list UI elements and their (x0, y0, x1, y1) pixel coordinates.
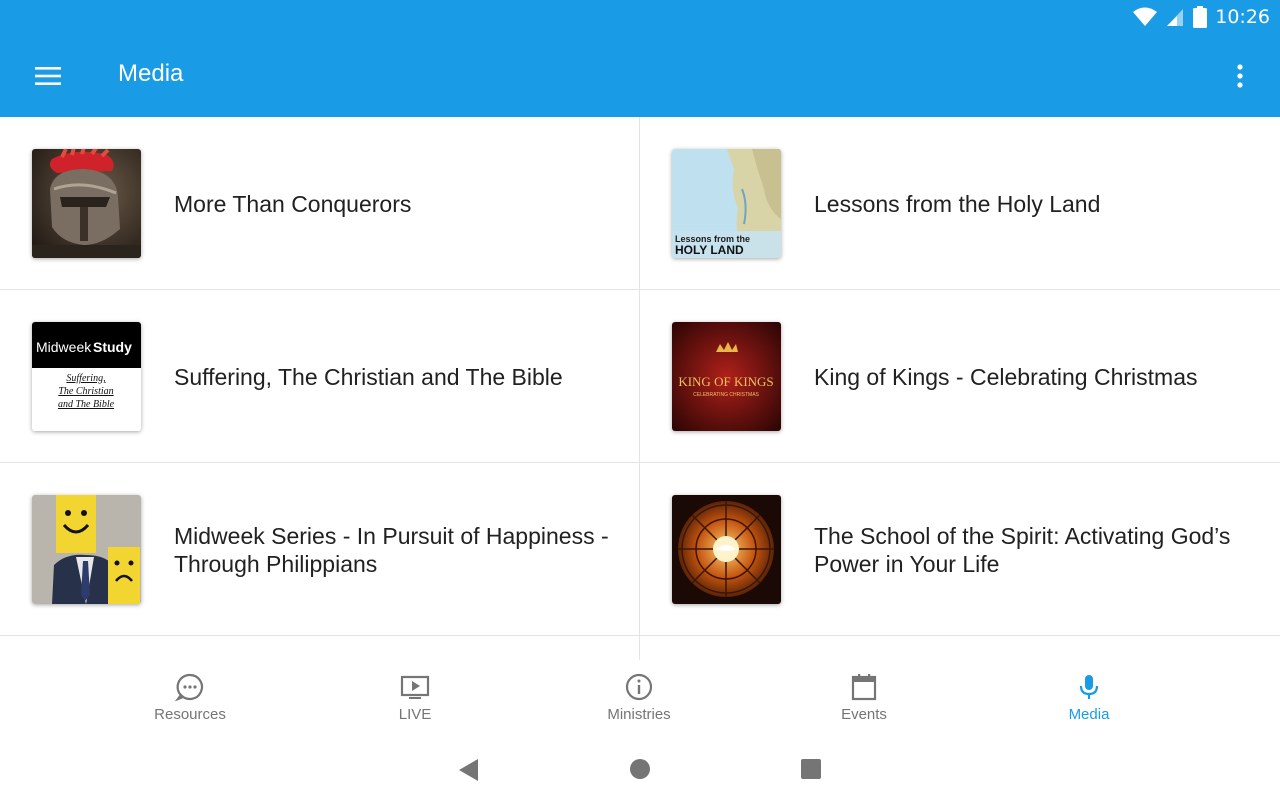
midweek-study-thumbnail: Midweek Study Suffering, The Christian a… (32, 322, 141, 431)
king-of-kings-thumbnail: KING OF KINGS CELEBRATING CHRISTMAS (672, 322, 781, 431)
media-item[interactable]: Midweek Series - In Pursuit of Happiness… (0, 463, 640, 636)
nav-item-events[interactable]: Events (774, 672, 954, 732)
media-item-partial[interactable] (0, 636, 640, 660)
status-icons: 10:26 (1133, 4, 1270, 30)
cell-signal-icon (1167, 9, 1184, 26)
media-item-title: Suffering, The Christian and The Bible (174, 363, 563, 390)
microphone-icon (1079, 675, 1099, 699)
grid-row: Midweek Series - In Pursuit of Happiness… (0, 463, 1280, 636)
home-circle-icon[interactable] (629, 758, 651, 780)
nav-item-live[interactable]: LIVE (325, 672, 505, 732)
thumb-line1: Suffering, (66, 373, 105, 384)
media-item-title: King of Kings - Celebrating Christmas (814, 363, 1198, 390)
nav-label: Ministries (607, 706, 671, 723)
recents-square-icon[interactable] (800, 758, 822, 780)
smiley-mask-thumbnail (32, 495, 141, 604)
info-circle-icon (625, 673, 653, 701)
media-grid: More Than Conquerors Lessons from the HO… (0, 117, 1280, 660)
media-item-title: The School of the Spirit: Activating God… (814, 522, 1231, 577)
bottom-navigation: Resources LIVE Ministries Events Media (0, 660, 1280, 740)
back-triangle-icon[interactable] (458, 758, 480, 782)
nav-label: Media (1068, 706, 1110, 723)
grid-row-partial (0, 636, 1280, 660)
thumb-caption-line2: HOLY LAND (675, 243, 744, 257)
menu-button[interactable] (26, 56, 70, 96)
helmet-thumbnail (32, 149, 141, 258)
system-navigation-bar (0, 740, 1280, 800)
media-item[interactable]: KING OF KINGS CELEBRATING CHRISTMAS King… (640, 290, 1280, 463)
battery-icon (1193, 6, 1208, 28)
status-time: 10:26 (1215, 6, 1270, 28)
media-item-title: More Than Conquerors (174, 190, 412, 217)
thumb-line2: The Christian (58, 386, 113, 397)
calendar-icon (851, 674, 877, 701)
stained-glass-dove-thumbnail (672, 495, 781, 604)
media-item[interactable]: The School of the Spirit: Activating God… (640, 463, 1280, 636)
hamburger-menu-icon (35, 67, 61, 85)
wifi-icon (1133, 7, 1158, 26)
nav-label: LIVE (398, 706, 432, 723)
nav-label: Events (841, 706, 887, 723)
app-bar: Media (0, 34, 1280, 117)
page-title: Media (118, 60, 184, 87)
media-item-title: Lessons from the Holy Land (814, 190, 1101, 217)
tv-play-icon (400, 675, 430, 699)
chat-bubble-icon (175, 673, 204, 702)
thumb-sub-text: CELEBRATING CHRISTMAS (693, 392, 759, 398)
more-vertical-icon (1237, 64, 1243, 88)
media-item[interactable]: Midweek Study Suffering, The Christian a… (0, 290, 640, 463)
thumb-header-a: Midweek (36, 339, 92, 355)
thumb-main-text: KING OF KINGS (678, 374, 773, 389)
nav-item-media[interactable]: Media (999, 672, 1179, 732)
grid-row: Midweek Study Suffering, The Christian a… (0, 290, 1280, 463)
overflow-menu-button[interactable] (1224, 56, 1256, 96)
nav-item-ministries[interactable]: Ministries (549, 672, 729, 732)
media-item[interactable]: Lessons from the HOLY LAND Lessons from … (640, 117, 1280, 290)
thumb-line3: and The Bible (58, 399, 115, 410)
holy-land-map-thumbnail: Lessons from the HOLY LAND (672, 149, 781, 258)
thumb-header-b: Study (93, 339, 132, 355)
media-item[interactable]: More Than Conquerors (0, 117, 640, 290)
status-bar: 10:26 (0, 0, 1280, 34)
nav-label: Resources (154, 706, 226, 723)
grid-row: More Than Conquerors Lessons from the HO… (0, 117, 1280, 290)
media-item-title: Midweek Series - In Pursuit of Happiness… (174, 522, 609, 577)
nav-item-resources[interactable]: Resources (100, 672, 280, 732)
